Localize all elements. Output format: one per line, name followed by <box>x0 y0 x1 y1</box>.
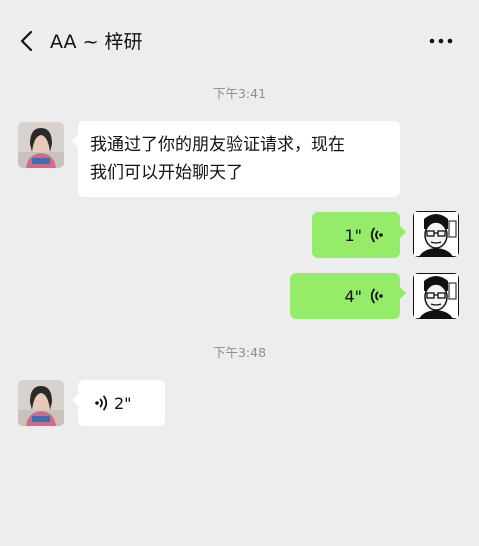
voice-message-incoming[interactable]: 2" <box>72 380 165 426</box>
chat-title: AA ~ 梓研 <box>50 31 143 53</box>
ellipsis-icon <box>429 38 453 44</box>
chevron-left-icon <box>20 30 33 52</box>
message-text-line: 我通过了你的朋友验证请求，现在 <box>90 135 345 155</box>
message-text-line: 我们可以开始聊天了 <box>90 163 243 183</box>
voice-wave-icon <box>370 227 383 243</box>
self-avatar[interactable] <box>413 273 459 319</box>
voice-wave-icon <box>95 395 108 411</box>
self-avatar[interactable] <box>413 211 459 257</box>
more-button[interactable] <box>427 26 457 56</box>
contact-avatar[interactable] <box>18 380 64 426</box>
message-bubble-incoming[interactable]: 我通过了你的朋友验证请求，现在 我们可以开始聊天了 <box>72 121 400 197</box>
message-text: 我通过了你的朋友验证请求，现在 我们可以开始聊天了 <box>78 121 400 197</box>
title-bar: AA ~ 梓研 <box>0 12 479 68</box>
timestamp: 下午3:48 <box>212 345 267 360</box>
status-bar <box>0 0 479 7</box>
voice-wave-icon <box>370 288 383 304</box>
chat-screen: AA ~ 梓研 下午3:41 我通过了你的朋友验证请求，现在 我们可以开始聊天了 <box>0 0 479 546</box>
voice-message-outgoing[interactable]: 4" <box>290 273 406 319</box>
voice-duration: 2" <box>114 393 132 413</box>
contact-avatar[interactable] <box>18 122 64 168</box>
voice-message-outgoing[interactable]: 1" <box>312 212 406 258</box>
voice-duration: 1" <box>344 225 362 245</box>
timestamp: 下午3:41 <box>212 86 267 101</box>
back-button[interactable] <box>12 26 42 56</box>
voice-duration: 4" <box>344 286 362 306</box>
